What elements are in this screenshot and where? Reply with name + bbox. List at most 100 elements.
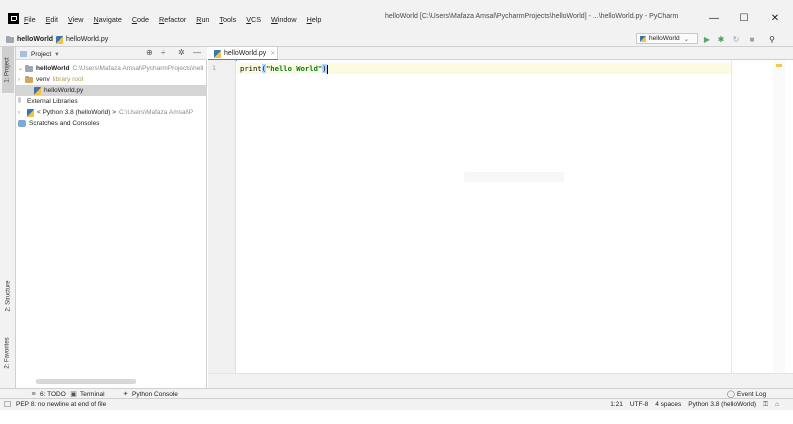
tree-item-venv[interactable]: › venv library root (16, 74, 207, 85)
tree-item-label: Scratches and Consoles (29, 120, 100, 127)
python-file-icon (56, 35, 63, 44)
tree-item-label: External Libraries (27, 98, 78, 105)
current-line-highlight: print("hello World") (237, 63, 732, 74)
project-view-select[interactable]: Project ▾ (20, 50, 59, 58)
project-view-label: Project (31, 50, 52, 58)
collapse-all-icon[interactable]: ÷ (161, 48, 165, 57)
menu-tools[interactable]: Tools (219, 15, 236, 24)
python-console-icon: ✦ (122, 391, 129, 398)
breadcrumb-project-label: helloWorld (17, 36, 54, 43)
tree-item-helloworld-py[interactable]: helloWorld.py (16, 85, 207, 96)
maximize-button[interactable]: ☐ (729, 9, 759, 27)
run-icon[interactable]: ▶ (702, 34, 712, 44)
locate-file-icon[interactable]: ⊕ (146, 48, 153, 57)
tree-item-scratches[interactable]: Scratches and Consoles (16, 118, 207, 129)
tree-item-detail: library root (52, 76, 84, 83)
chevron-right-icon: › (18, 76, 20, 83)
breadcrumb-file[interactable]: helloWorld.py (56, 34, 108, 45)
desktop-background (0, 410, 793, 424)
close-button[interactable]: ✕ (760, 9, 790, 27)
chevron-down-icon: ⌄ (18, 66, 24, 72)
code-string: "hello World" (265, 64, 323, 73)
pycharm-logo-icon (8, 13, 19, 24)
lock-icon[interactable]: ⚿ (763, 401, 768, 409)
chevron-right-icon: › (18, 109, 20, 116)
tree-item-label: venv (36, 76, 50, 83)
gear-icon[interactable]: ✲ (178, 48, 185, 57)
event-log-icon: ◯ (727, 391, 735, 398)
coverage-icon[interactable]: ↻ (731, 34, 741, 44)
tool-tab-project-label: 1: Project (5, 57, 12, 83)
close-tab-icon[interactable]: ✕ (270, 50, 275, 57)
python-icon (27, 108, 34, 117)
minimize-button[interactable]: — (699, 9, 729, 27)
tree-item-label: < Python 3.8 (helloWorld) > (37, 109, 117, 116)
todo-icon: ≡ (31, 390, 36, 398)
menu-window[interactable]: Window (271, 15, 297, 24)
breadcrumb-file-label: helloWorld.py (66, 36, 109, 43)
stop-icon[interactable]: ■ (747, 34, 757, 44)
library-icon: ⫼ (18, 98, 21, 104)
editor-tab-helloworld[interactable]: helloWorld.py ✕ (208, 47, 278, 61)
menu-vcs[interactable]: VCS (246, 15, 261, 24)
editor-hint-overlay (464, 172, 564, 182)
debug-icon[interactable]: ✱ (716, 34, 726, 44)
hide-panel-icon[interactable]: — (193, 48, 201, 57)
tree-item-external-libraries[interactable]: ⫼ External Libraries (16, 96, 207, 107)
menu-edit[interactable]: Edit (46, 15, 58, 24)
tool-tab-python-console-label: Python Console (132, 390, 178, 398)
chevron-down-icon: ▾ (55, 51, 59, 58)
tool-tab-favorites-label: 2: Favorites (5, 337, 12, 369)
status-bar: ☐ PEP 8: no newline at end of file 1:21 … (0, 398, 793, 410)
scratches-icon (18, 120, 26, 127)
menu-run[interactable]: Run (196, 15, 209, 24)
tool-tab-structure[interactable]: 2: Structure (2, 273, 14, 319)
run-configuration-label: helloWorld (649, 35, 680, 42)
editor-bottom-area (208, 373, 793, 388)
python-file-icon (34, 86, 41, 95)
project-panel: Project ▾ ⊕ ÷ ✲ — ⌄ helloWorld C:\Users\… (16, 47, 207, 388)
code-line-1[interactable]: print("hello World") (240, 64, 328, 74)
code-function: print (240, 64, 262, 73)
horizontal-scrollbar[interactable] (36, 379, 136, 384)
tree-item-path: C:\Users\Mafaza Amsal\P (119, 109, 194, 116)
code-editor[interactable]: print("hello World") (237, 60, 793, 373)
tool-tab-favorites[interactable]: 2: Favorites (2, 330, 14, 376)
breadcrumb-project[interactable]: helloWorld › (6, 34, 63, 45)
indent-setting[interactable]: 4 spaces (655, 401, 681, 409)
tool-tab-event-log-label: Event Log (737, 390, 767, 398)
warning-marker[interactable] (776, 64, 782, 67)
tool-tab-terminal-label: Terminal (80, 390, 105, 398)
tree-item-label: helloWorld (36, 65, 70, 72)
window-title: helloWorld [C:\Users\Mafaza Amsal\Pychar… (385, 13, 679, 20)
search-icon[interactable]: ⚲ (767, 34, 777, 44)
folder-icon (25, 75, 33, 83)
status-widgets: 1:21 UTF-8 4 spaces Python 3.8 (helloWor… (610, 401, 779, 409)
notifications-icon[interactable]: ⌂ (775, 401, 779, 409)
tree-item-project-root[interactable]: ⌄ helloWorld C:\Users\Mafaza Amsal\Pycha… (16, 63, 207, 74)
editor-tab-bar: helloWorld.py ✕ (208, 47, 793, 61)
tool-tab-todo-label: 6: TODO (40, 390, 66, 398)
menu-bar: File Edit View Navigate Code Refactor Ru… (0, 0, 793, 32)
text-caret (326, 64, 328, 74)
tree-item-path: C:\Users\Mafaza Amsal\PycharmProjects\he… (72, 65, 204, 72)
line-number-gutter: 1 (208, 60, 236, 373)
menu-view[interactable]: View (68, 15, 83, 24)
menu-file[interactable]: File (24, 15, 36, 24)
file-encoding[interactable]: UTF-8 (630, 401, 648, 409)
main-menu: File Edit View Navigate Code Refactor Ru… (24, 13, 331, 25)
menu-navigate[interactable]: Navigate (93, 15, 121, 24)
toggle-tool-windows-icon[interactable]: ☐ (4, 400, 11, 409)
caret-position[interactable]: 1:21 (610, 401, 623, 409)
interpreter-selector[interactable]: Python 3.8 (helloWorld) (688, 401, 756, 409)
folder-icon (6, 35, 14, 43)
project-icon (20, 51, 27, 57)
menu-refactor[interactable]: Refactor (159, 15, 186, 24)
right-margin-guide (731, 60, 732, 373)
tool-tab-project[interactable]: 1: Project (2, 47, 14, 93)
menu-help[interactable]: Help (307, 15, 322, 24)
menu-code[interactable]: Code (132, 15, 149, 24)
tree-item-python-sdk[interactable]: › < Python 3.8 (helloWorld) > C:\Users\M… (16, 107, 207, 118)
run-configuration-select[interactable]: helloWorld ⌄ (636, 33, 698, 44)
line-number: 1 (212, 64, 216, 72)
